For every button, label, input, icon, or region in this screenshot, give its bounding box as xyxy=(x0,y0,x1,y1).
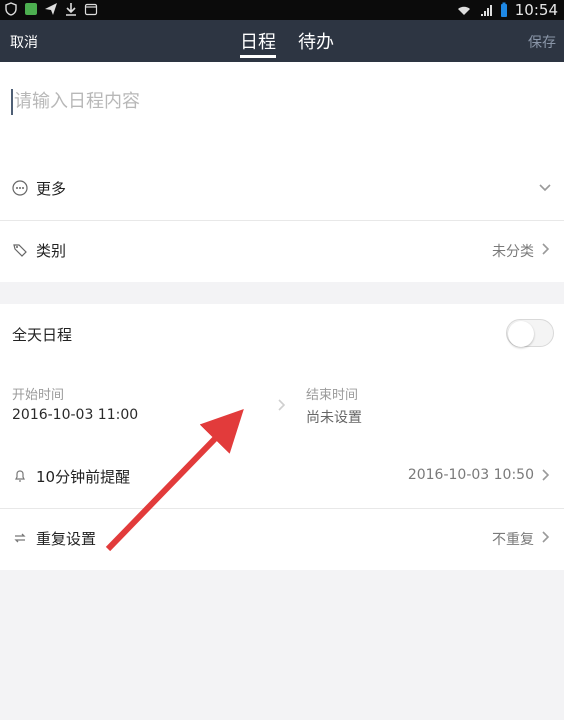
chevron-right-icon xyxy=(542,531,550,543)
signal-icon xyxy=(480,5,492,16)
schedule-input-placeholder: 请输入日程内容 xyxy=(14,91,140,112)
schedule-content-area[interactable]: 请输入日程内容 xyxy=(0,62,564,158)
repeat-label: 重复设置 xyxy=(36,530,97,548)
top-nav-bar: 取消 日程 待办 保存 xyxy=(0,20,564,62)
category-row[interactable]: 类别 未分类 xyxy=(0,220,564,282)
category-label: 类别 xyxy=(36,242,67,260)
download-icon xyxy=(66,3,76,16)
status-time: 10:54 xyxy=(514,1,558,19)
chevron-right-icon xyxy=(542,243,550,255)
text-caret xyxy=(11,89,13,115)
start-time[interactable]: 开始时间 2016-10-03 11:00 xyxy=(12,384,138,423)
nav-tabs: 日程 待办 xyxy=(240,28,334,58)
start-time-value: 2016-10-03 11:00 xyxy=(12,407,139,423)
repeat-row[interactable]: 重复设置 不重复 xyxy=(0,508,564,570)
all-day-toggle[interactable] xyxy=(506,319,554,347)
time-range-chevron-icon xyxy=(278,399,286,411)
tab-schedule[interactable]: 日程 xyxy=(240,28,276,58)
end-time[interactable]: 结束时间 尚未设置 xyxy=(306,384,362,427)
more-row[interactable]: 更多 xyxy=(0,158,564,220)
tag-icon xyxy=(13,244,27,257)
reminder-row[interactable]: 10分钟前提醒 2016-10-03 10:50 xyxy=(0,446,564,508)
more-label: 更多 xyxy=(36,180,67,198)
chevron-right-icon xyxy=(542,469,550,481)
status-icons-left xyxy=(4,2,98,16)
status-bar: 10:54 xyxy=(0,0,564,20)
start-time-label: 开始时间 xyxy=(12,388,65,403)
end-time-value: 尚未设置 xyxy=(306,410,362,426)
options-card: 更多 类别 未分类 xyxy=(0,158,564,282)
category-value: 未分类 xyxy=(492,244,534,260)
bell-icon xyxy=(15,470,25,482)
end-time-label: 结束时间 xyxy=(306,388,359,403)
app-icon xyxy=(25,3,37,15)
send-icon xyxy=(45,3,57,15)
save-button[interactable]: 保存 xyxy=(528,32,556,52)
repeat-icon xyxy=(14,533,26,543)
reminder-value: 2016-10-03 10:50 xyxy=(407,467,534,483)
time-range-row: 开始时间 2016-10-03 11:00 结束时间 尚未设置 xyxy=(0,366,564,446)
time-settings-card: 全天日程 开始时间 2016-10-03 11:00 结束时间 尚未设置 10分… xyxy=(0,304,564,570)
tab-todo[interactable]: 待办 xyxy=(298,28,334,58)
repeat-value: 不重复 xyxy=(492,532,534,548)
all-day-label: 全天日程 xyxy=(12,326,73,344)
calendar-icon xyxy=(84,3,98,16)
toggle-knob xyxy=(508,321,534,347)
wifi-icon xyxy=(457,6,470,15)
battery-icon xyxy=(500,2,507,17)
all-day-row: 全天日程 xyxy=(0,304,564,366)
reminder-label: 10分钟前提醒 xyxy=(36,468,131,486)
shield-icon xyxy=(5,2,17,16)
cancel-button[interactable]: 取消 xyxy=(10,32,38,52)
more-icon xyxy=(12,180,28,196)
status-icons-right: 10:54 xyxy=(455,1,558,19)
chevron-down-icon xyxy=(539,184,551,192)
